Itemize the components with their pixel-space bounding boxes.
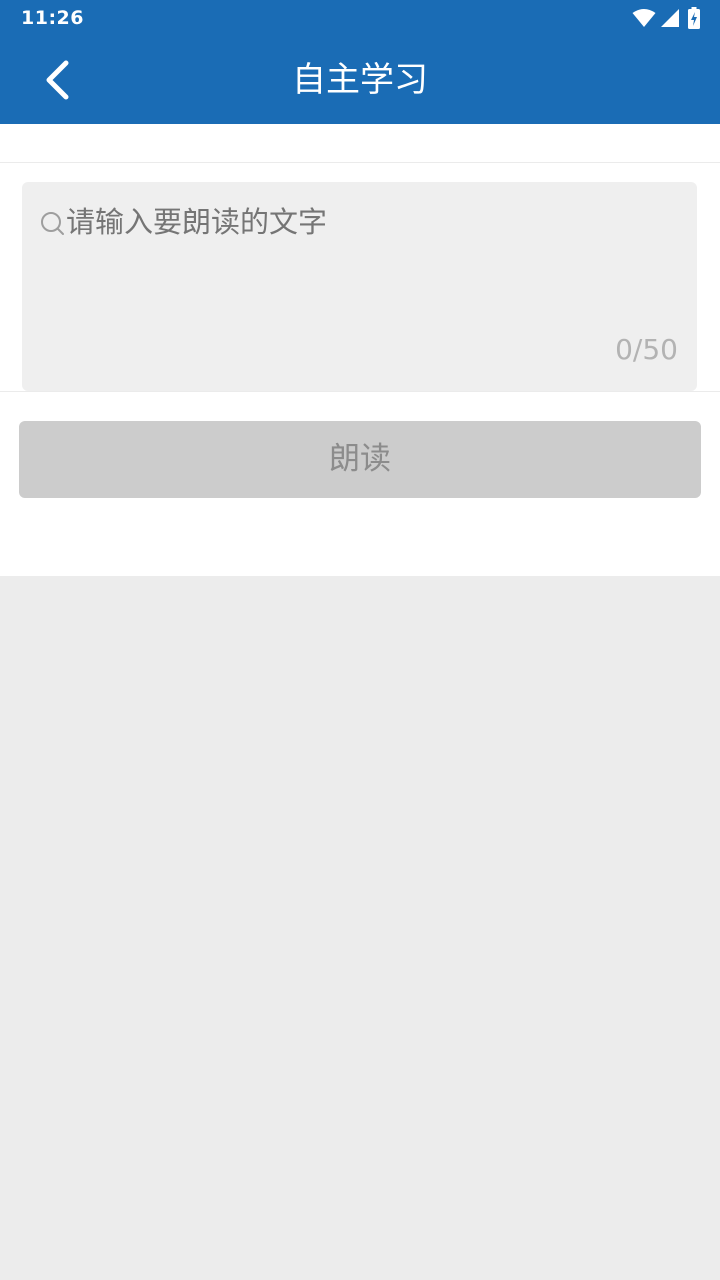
status-icons — [632, 7, 700, 29]
search-icon — [40, 211, 66, 241]
app-bar: 自主学习 — [0, 36, 720, 124]
wifi-icon — [632, 8, 656, 28]
back-button[interactable] — [28, 50, 88, 110]
divider — [0, 391, 720, 392]
read-text-input[interactable] — [66, 200, 676, 244]
content-panel: 0/50 朗读 — [0, 124, 720, 576]
battery-charging-icon — [688, 7, 700, 29]
divider — [0, 162, 720, 163]
cellular-signal-icon — [660, 8, 680, 28]
page-title: 自主学习 — [292, 60, 428, 100]
character-counter: 0/50 — [615, 333, 678, 366]
text-input-area[interactable]: 0/50 — [22, 182, 697, 391]
status-time: 11:26 — [21, 7, 84, 29]
status-bar: 11:26 — [0, 0, 720, 36]
read-aloud-button[interactable]: 朗读 — [19, 421, 701, 498]
